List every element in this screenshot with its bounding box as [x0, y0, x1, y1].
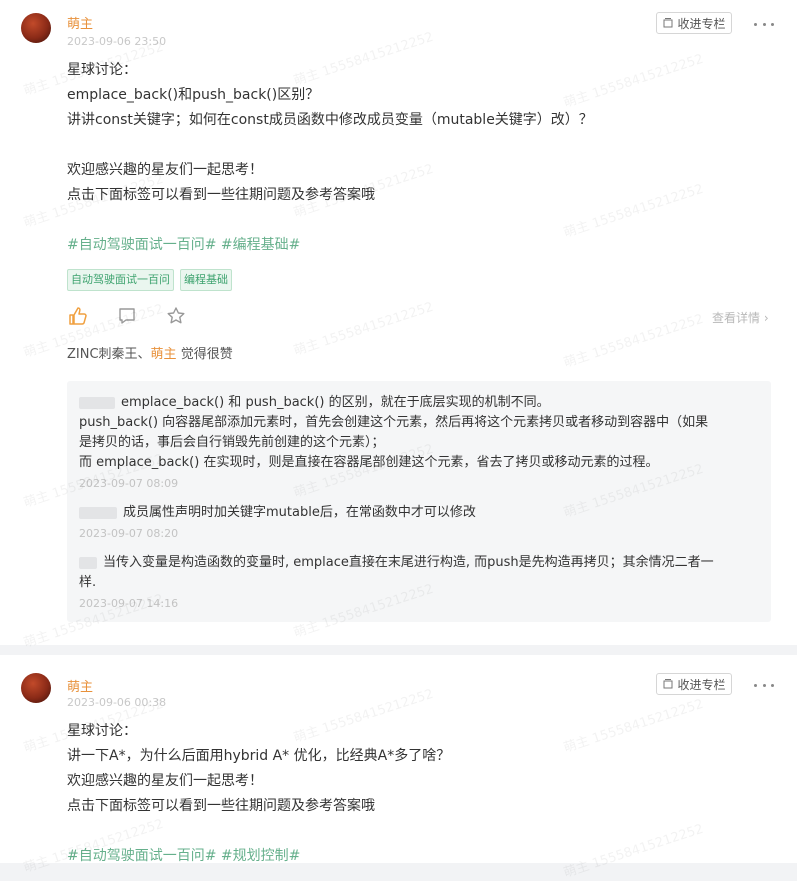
liked-by: ZINC刺秦王、萌主 觉得很赞: [67, 343, 233, 362]
commenter-avatar[interactable]: [79, 396, 115, 409]
comment-item: 成员属性声明时加关键字mutable后，在常函数中才可以修改: [79, 503, 763, 523]
chevron-right-icon: ›: [763, 311, 769, 325]
more-options-icon[interactable]: [754, 680, 774, 690]
liked-names[interactable]: ZINC刺秦王、: [67, 347, 151, 362]
content-line: 点击下面标签可以看到一些往期问题及参考答案哦: [67, 187, 375, 203]
comment-text: emplace_back() 和 push_back() 的区别，就在于底层实现…: [121, 395, 550, 410]
avatar[interactable]: [21, 13, 51, 43]
collect-icon: [663, 18, 673, 28]
collect-label: 收进专栏: [677, 677, 726, 692]
author-name[interactable]: 萌主: [67, 13, 93, 32]
watermark: 萌主 15558415212252: [291, 299, 436, 360]
collect-to-column-button[interactable]: 收进专栏: [656, 12, 732, 34]
comment-item: emplace_back() 和 push_back() 的区别，就在于底层实现…: [79, 393, 763, 473]
view-detail-link[interactable]: 查看详情 ›: [712, 309, 769, 326]
tag-chip[interactable]: 编程基础: [180, 269, 232, 291]
comment-text: 成员属性声明时加关键字mutable后，在常函数中才可以修改: [123, 505, 476, 520]
comment-text: 样.: [79, 575, 97, 590]
watermark: 萌主 15558415212252: [561, 311, 706, 372]
content-line: 点击下面标签可以看到一些往期问题及参考答案哦: [67, 798, 375, 814]
author-name[interactable]: 萌主: [67, 676, 93, 695]
comment-item: 当传入变量是构造函数的变量时, emplace直接在末尾进行构造, 而push是…: [79, 553, 763, 593]
content-line: 讲讲const关键字；如何在const成员函数中修改成员变量（mutable关键…: [67, 112, 593, 128]
comment-text: push_back() 向容器尾部添加元素时，首先会创建这个元素，然后再将这个元…: [79, 415, 709, 430]
comment-icon[interactable]: [117, 306, 137, 326]
comment-text: 而 emplace_back() 在实现时，则是直接在容器尾部创建这个元素，省去…: [79, 455, 659, 470]
comment-list: emplace_back() 和 push_back() 的区别，就在于底层实现…: [67, 381, 771, 622]
star-icon[interactable]: [166, 306, 186, 326]
tag-chip[interactable]: 自动驾驶面试一百问: [67, 269, 174, 291]
comment-text: 当传入变量是构造函数的变量时, emplace直接在末尾进行构造, 而push是…: [103, 555, 714, 570]
content-line: 讲一下A*，为什么后面用hybrid A* 优化，比经典A*多了啥？: [67, 748, 451, 764]
hashtag-line[interactable]: #自动驾驶面试一百问# #规划控制#: [67, 844, 767, 869]
more-options-icon[interactable]: [754, 19, 774, 29]
content-line: 星球讨论：: [67, 723, 137, 739]
content-line: [67, 133, 767, 158]
like-icon[interactable]: [68, 306, 88, 326]
commenter-avatar[interactable]: [79, 556, 97, 569]
content-line: [67, 819, 767, 844]
post-card: 萌主 2023-09-06 00:38 收进专栏 星球讨论： 讲一下A*，为什么…: [0, 655, 797, 881]
comment-time: 2023-09-07 08:09: [79, 477, 179, 490]
post-content: 星球讨论： emplace_back()和push_back()区别？ 讲讲co…: [67, 58, 767, 258]
comment-text: 是拷贝的话，事后会自行销毁先前创建的这个元素）；: [79, 435, 385, 450]
comment-time: 2023-09-07 14:16: [79, 597, 179, 610]
content-line: [67, 208, 767, 233]
content-line: 欢迎感兴趣的星友们一起思考！: [67, 773, 263, 789]
post-card: 萌主 2023-09-06 23:50 收进专栏 星球讨论： emplace_b…: [0, 0, 797, 651]
commenter-avatar[interactable]: [79, 506, 117, 519]
content-line: 星球讨论：: [67, 62, 137, 78]
comment-time: 2023-09-07 08:20: [79, 527, 179, 540]
liked-suffix: 觉得很赞: [176, 347, 233, 362]
post-actions: [68, 306, 215, 326]
content-line: 欢迎感兴趣的星友们一起思考！: [67, 162, 263, 178]
tag-list: 自动驾驶面试一百问 编程基础: [67, 269, 232, 291]
collect-to-column-button[interactable]: 收进专栏: [656, 673, 732, 695]
view-detail-label: 查看详情: [712, 311, 761, 325]
content-line: emplace_back()和push_back()区别？: [67, 87, 320, 103]
post-time: 2023-09-06 23:50: [67, 35, 167, 48]
collect-icon: [663, 679, 673, 689]
post-content: 星球讨论： 讲一下A*，为什么后面用hybrid A* 优化，比经典A*多了啥？…: [67, 719, 767, 869]
hashtag-line[interactable]: #自动驾驶面试一百问# #编程基础#: [67, 233, 767, 258]
post-time: 2023-09-06 00:38: [67, 696, 167, 709]
collect-label: 收进专栏: [677, 16, 726, 31]
avatar[interactable]: [21, 673, 51, 703]
liked-owner[interactable]: 萌主: [151, 347, 177, 362]
